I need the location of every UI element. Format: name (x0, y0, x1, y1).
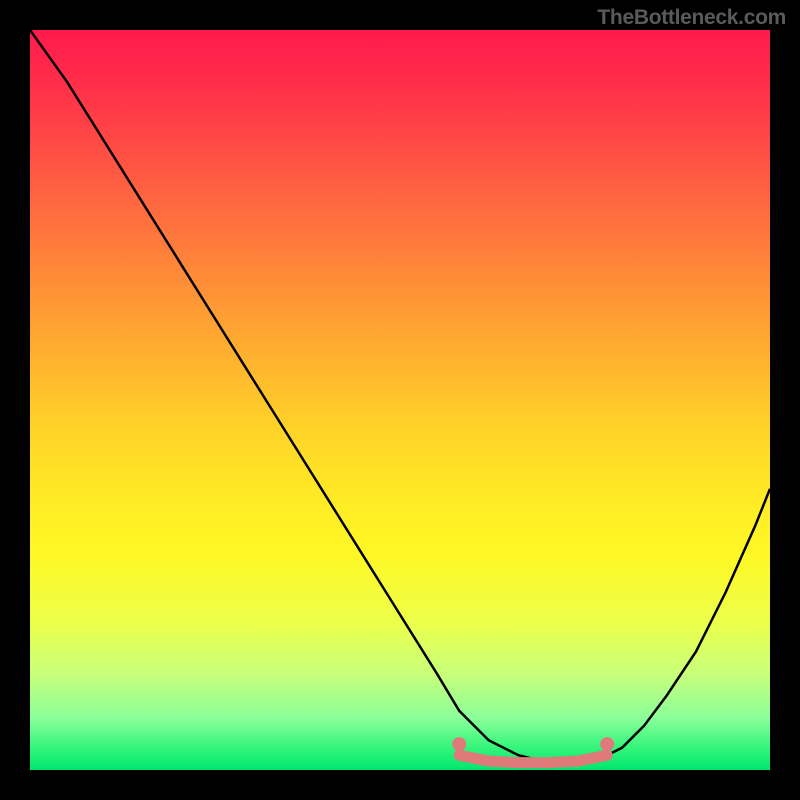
chart-marker-stroke (459, 755, 607, 762)
chart-line-curve (30, 30, 770, 763)
chart-svg (30, 30, 770, 770)
chart-marker-dot (600, 737, 614, 751)
chart-marker-dot (452, 737, 466, 751)
chart-plot-area (30, 30, 770, 770)
chart-marker-band (452, 737, 614, 763)
watermark-text: TheBottleneck.com (597, 6, 786, 30)
